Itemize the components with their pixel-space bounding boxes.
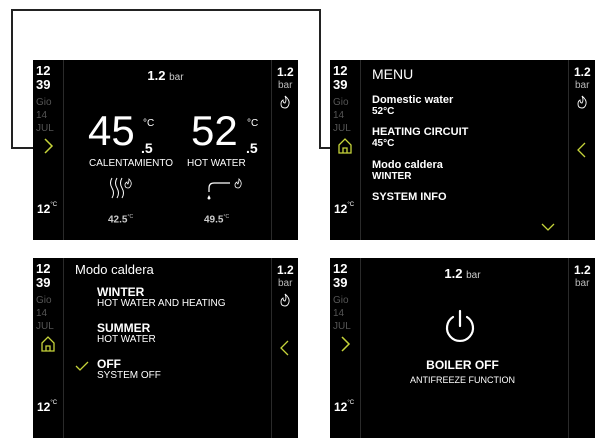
right-sidebar: 1.2 bar <box>568 258 595 438</box>
menu-item-boiler-mode[interactable]: Modo caldera WINTER <box>372 159 443 183</box>
heating-label: CALENTAMIENTO <box>89 158 174 169</box>
menu-item-system-info[interactable]: SYSTEM INFO <box>372 191 447 203</box>
menu-title: MENU <box>372 66 414 82</box>
flame-icon <box>280 95 290 109</box>
antifreeze-label: ANTIFREEZE FUNCTION <box>410 375 515 385</box>
left-sidebar: 12 39 Gio 14 JUL 12°C <box>330 60 361 240</box>
menu-screen: 12 39 Gio 14 JUL 12°C MENU Domestic wate… <box>330 60 595 240</box>
sidebar-pressure-unit: bar <box>575 278 590 289</box>
sidebar-pressure-unit: bar <box>278 278 293 289</box>
heating-temperature: 45 <box>88 107 135 154</box>
heating-unit: °C <box>143 118 155 129</box>
right-sidebar: 1.2 bar <box>568 60 595 240</box>
clock-minute: 39 <box>36 275 51 290</box>
day-number: 14 <box>333 308 345 319</box>
chevron-left-icon[interactable] <box>278 338 292 358</box>
home-icon[interactable] <box>336 136 354 156</box>
sidebar-pressure-unit: bar <box>575 80 590 91</box>
pressure-readout: 1.2 bar <box>147 68 184 83</box>
day-name: Gio <box>333 97 349 108</box>
mode-option-off[interactable]: OFF SYSTEM OFF <box>97 358 161 381</box>
external-temperature: 12°C <box>37 400 58 414</box>
boiler-off-screen: 12 39 Gio 14 JUL 12°C 1.2 bar BOILER OFF… <box>330 258 595 438</box>
mode-option-winter[interactable]: WINTER HOT WATER AND HEATING <box>97 286 226 309</box>
external-temperature: 12°C <box>334 400 355 414</box>
left-sidebar: 12 39 Gio 14 JUL 12°C <box>33 258 64 438</box>
chevron-left-icon[interactable] <box>575 140 589 160</box>
month: JUL <box>36 123 54 134</box>
faucet-icon[interactable] <box>205 176 247 204</box>
power-icon[interactable] <box>442 308 478 346</box>
month: JUL <box>36 321 54 332</box>
hot-water-temperature: 52 <box>191 107 238 154</box>
chevron-down-icon[interactable] <box>540 222 556 232</box>
left-sidebar: 12 39 Gio 14 JUL 12°C <box>330 258 361 438</box>
home-screen: 12 39 Gio 14 JUL 12°C 1.2 bar 45 °C .5 C… <box>33 60 298 240</box>
sidebar-pressure: 1.2 <box>277 263 294 277</box>
check-icon <box>75 361 89 371</box>
day-number: 14 <box>36 308 48 319</box>
chevron-right-icon[interactable] <box>336 334 354 354</box>
day-name: Gio <box>36 295 52 306</box>
day-number: 14 <box>333 110 345 121</box>
clock-minute: 39 <box>333 77 348 92</box>
hot-water-label: HOT WATER <box>187 158 246 169</box>
flame-icon <box>577 95 587 109</box>
mode-option-summer[interactable]: SUMMER HOT WATER <box>97 322 156 345</box>
sidebar-pressure: 1.2 <box>277 65 294 79</box>
right-sidebar: 1.2 bar <box>271 60 298 240</box>
hot-water-unit: °C <box>247 118 259 129</box>
day-number: 14 <box>36 110 48 121</box>
external-temperature: 12°C <box>37 202 58 216</box>
home-icon[interactable] <box>39 334 57 354</box>
external-temperature: 12°C <box>334 202 355 216</box>
right-sidebar: 1.2 bar <box>271 258 298 438</box>
heating-setpoint: 42.5°C <box>108 214 134 226</box>
sidebar-pressure: 1.2 <box>574 263 591 277</box>
flame-icon <box>280 293 290 307</box>
clock-hour: 12 <box>36 261 51 276</box>
left-sidebar: 12 39 Gio 14 JUL 12°C <box>33 60 64 240</box>
sidebar-pressure: 1.2 <box>574 65 591 79</box>
menu-item-heating-circuit[interactable]: HEATING CIRCUIT 45°C <box>372 126 468 150</box>
month: JUL <box>333 321 351 332</box>
sidebar-pressure-unit: bar <box>278 80 293 91</box>
day-name: Gio <box>36 97 52 108</box>
heating-decimal: .5 <box>141 140 153 156</box>
month: JUL <box>333 123 351 134</box>
menu-item-domestic-water[interactable]: Domestic water 52°C <box>372 94 453 118</box>
chevron-right-icon[interactable] <box>39 136 57 156</box>
pressure-readout: 1.2 bar <box>444 266 481 281</box>
hot-water-setpoint: 49.5°C <box>204 214 230 226</box>
hot-water-decimal: .5 <box>246 140 258 156</box>
clock-hour: 12 <box>333 63 348 78</box>
boiler-status: BOILER OFF <box>426 358 499 372</box>
day-name: Gio <box>333 295 349 306</box>
boiler-mode-screen: 12 39 Gio 14 JUL 12°C Modo caldera WINTE… <box>33 258 298 438</box>
mode-screen-title: Modo caldera <box>75 262 154 277</box>
radiator-icon[interactable] <box>107 176 135 202</box>
